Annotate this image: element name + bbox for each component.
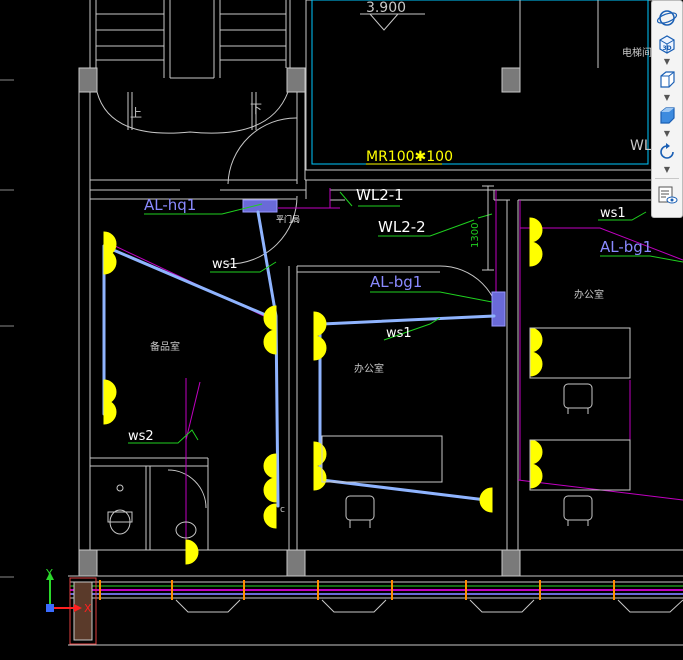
rotate-icon — [660, 143, 674, 159]
panel-bg1-right-label: AL-bg1 — [600, 238, 652, 256]
chevron-down-icon[interactable]: ▼ — [664, 165, 670, 175]
dimension-1300-label: 1300 — [470, 223, 481, 248]
room-storage-label: 备品室 — [150, 340, 180, 353]
cad-drawing-canvas[interactable]: 上 下 3.900 电梯间 MR100✱100 WL 平门局 1300 AL-h… — [0, 0, 683, 660]
chevron-down-icon[interactable]: ▼ — [664, 129, 670, 139]
panel-hq1 — [242, 199, 278, 213]
ws1-right-label: ws1 — [600, 206, 626, 221]
rotate-button[interactable] — [654, 139, 680, 165]
3d-view-button[interactable]: 3D — [654, 31, 680, 57]
view-cube-button[interactable] — [654, 67, 680, 93]
stair-down-label: 下 — [250, 102, 262, 116]
ucs-x-label: X — [84, 602, 92, 615]
mark-c-label: c — [280, 505, 285, 515]
orbit-button[interactable] — [654, 5, 680, 31]
ws2-label: ws2 — [128, 429, 154, 444]
shaded-cube-button[interactable] — [654, 103, 680, 129]
room-office-mid-label: 办公室 — [354, 362, 384, 375]
chevron-down-icon[interactable]: ▼ — [664, 57, 670, 67]
ws1-mid-label: ws1 — [386, 326, 412, 341]
panel-bg1-mid-label: AL-bg1 — [370, 273, 422, 291]
stair-up-label: 上 — [130, 106, 142, 120]
beam-label: MR100✱100 — [366, 149, 453, 165]
view-cube-icon — [660, 71, 675, 88]
wl2-2-label: WL2-2 — [378, 218, 426, 236]
list-eye-icon — [658, 186, 678, 204]
svg-text:3D: 3D — [663, 45, 672, 52]
chevron-down-icon[interactable]: ▼ — [664, 93, 670, 103]
panel-bg1 — [491, 291, 506, 327]
room-office-right-label: 办公室 — [574, 288, 604, 301]
elevation-label: 3.900 — [366, 0, 406, 16]
panel-hq1-label: AL-hq1 — [144, 196, 196, 214]
elevator-room-label: 电梯间 — [622, 46, 652, 59]
orbit-icon — [656, 10, 678, 26]
fire-door-label: 平门局 — [276, 214, 300, 224]
ucs-y-label: Y — [45, 567, 53, 580]
ws1-left-label: ws1 — [212, 257, 238, 272]
viewport-navigation-toolbar: 3D ▼ ▼ ▼ ▼ — [651, 0, 683, 218]
wl-partial-label: WL — [630, 138, 652, 154]
cube-3d-icon: 3D — [659, 35, 675, 54]
shaded-cube-icon — [660, 107, 675, 124]
wl2-1-label: WL2-1 — [356, 186, 404, 204]
toolbar-divider — [655, 178, 679, 179]
properties-button[interactable] — [654, 182, 680, 208]
